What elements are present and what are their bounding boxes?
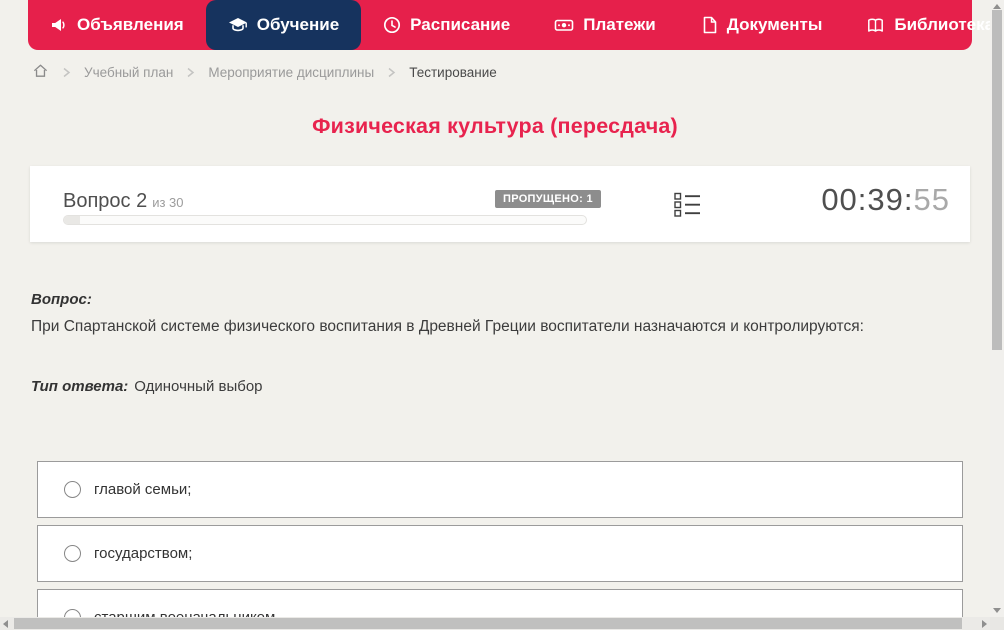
graduation-cap-icon	[228, 17, 248, 34]
payments-icon	[554, 16, 574, 34]
nav-item-label: Документы	[726, 15, 823, 34]
answer-option[interactable]: государством;	[37, 525, 963, 582]
question-list-button[interactable]	[674, 192, 701, 223]
main-nav: Объявления Обучение Расписание Платежи Д…	[28, 0, 994, 50]
book-icon	[866, 16, 885, 34]
question-total: из 30	[152, 195, 184, 210]
question-text: При Спартанской системе физического восп…	[31, 318, 864, 335]
scrollbar-corner	[990, 617, 1004, 630]
breadcrumb-curriculum[interactable]: Учебный план	[84, 65, 173, 80]
nav-item-schedule[interactable]: Расписание	[361, 0, 532, 50]
progress-bar	[63, 215, 587, 225]
scroll-up-arrow-icon[interactable]	[993, 4, 1001, 9]
answer-options: главой семьи; государством; старшим воен…	[37, 461, 963, 630]
question-block: Вопрос: При Спартанской системе физическ…	[31, 291, 961, 338]
quiz-page: Объявления Обучение Расписание Платежи Д…	[0, 0, 1004, 630]
nav-item-label: Расписание	[410, 15, 511, 34]
breadcrumb-testing: Тестирование	[409, 64, 497, 80]
nav-item-label: Объявления	[77, 15, 184, 34]
question-number: Вопрос 2 из 30	[63, 190, 184, 212]
nav-item-label: Библиотека	[894, 15, 995, 34]
home-icon[interactable]	[32, 62, 49, 82]
answer-type-value: Одиночный выбор	[134, 378, 263, 395]
answer-type-label: Тип ответа:	[31, 378, 129, 395]
horizontal-scrollbar[interactable]	[0, 617, 990, 630]
document-icon	[700, 16, 718, 34]
option-label: главой семьи;	[94, 481, 192, 498]
vertical-scrollbar-thumb[interactable]	[992, 10, 1002, 350]
chevron-right-icon	[186, 67, 195, 78]
skipped-badge: ПРОПУЩЕНО: 1	[495, 190, 601, 208]
scroll-down-arrow-icon[interactable]	[993, 608, 1001, 613]
clock-icon	[383, 16, 401, 34]
nav-item-learning[interactable]: Обучение	[205, 0, 362, 50]
nav-item-label: Обучение	[256, 15, 340, 34]
chevron-right-icon	[387, 67, 396, 78]
breadcrumb-discipline-event[interactable]: Мероприятие дисциплины	[208, 65, 374, 80]
nav-item-payments[interactable]: Платежи	[532, 0, 678, 50]
nav-item-announcements[interactable]: Объявления	[28, 0, 206, 50]
scroll-right-arrow-icon[interactable]	[982, 620, 987, 628]
page-title: Физическая культура (пересдача)	[312, 114, 678, 138]
breadcrumb: Учебный план Мероприятие дисциплины Тест…	[32, 62, 497, 82]
nav-item-documents[interactable]: Документы	[678, 0, 845, 50]
timer-main: 00:39:	[821, 182, 914, 217]
nav-item-library[interactable]: Библиотека	[844, 0, 1004, 50]
option-label: государством;	[94, 545, 193, 562]
timer-seconds: 55	[913, 182, 950, 217]
question-label: Вопрос:	[31, 291, 92, 308]
nav-item-label: Платежи	[583, 15, 656, 34]
scroll-left-arrow-icon[interactable]	[3, 620, 8, 628]
timer: 00:39:55	[821, 182, 950, 218]
horizontal-scrollbar-thumb[interactable]	[14, 618, 962, 629]
progress-fill	[64, 216, 80, 224]
quiz-header-panel: Вопрос 2 из 30 ПРОПУЩЕНО: 1 00:39:55	[30, 166, 970, 242]
radio-button[interactable]	[64, 481, 81, 498]
radio-button[interactable]	[64, 545, 81, 562]
answer-option[interactable]: главой семьи;	[37, 461, 963, 518]
megaphone-icon	[50, 16, 68, 34]
chevron-right-icon	[62, 67, 71, 78]
answer-type-row: Тип ответа: Одиночный выбор	[31, 378, 263, 395]
vertical-scrollbar[interactable]	[990, 0, 1004, 617]
